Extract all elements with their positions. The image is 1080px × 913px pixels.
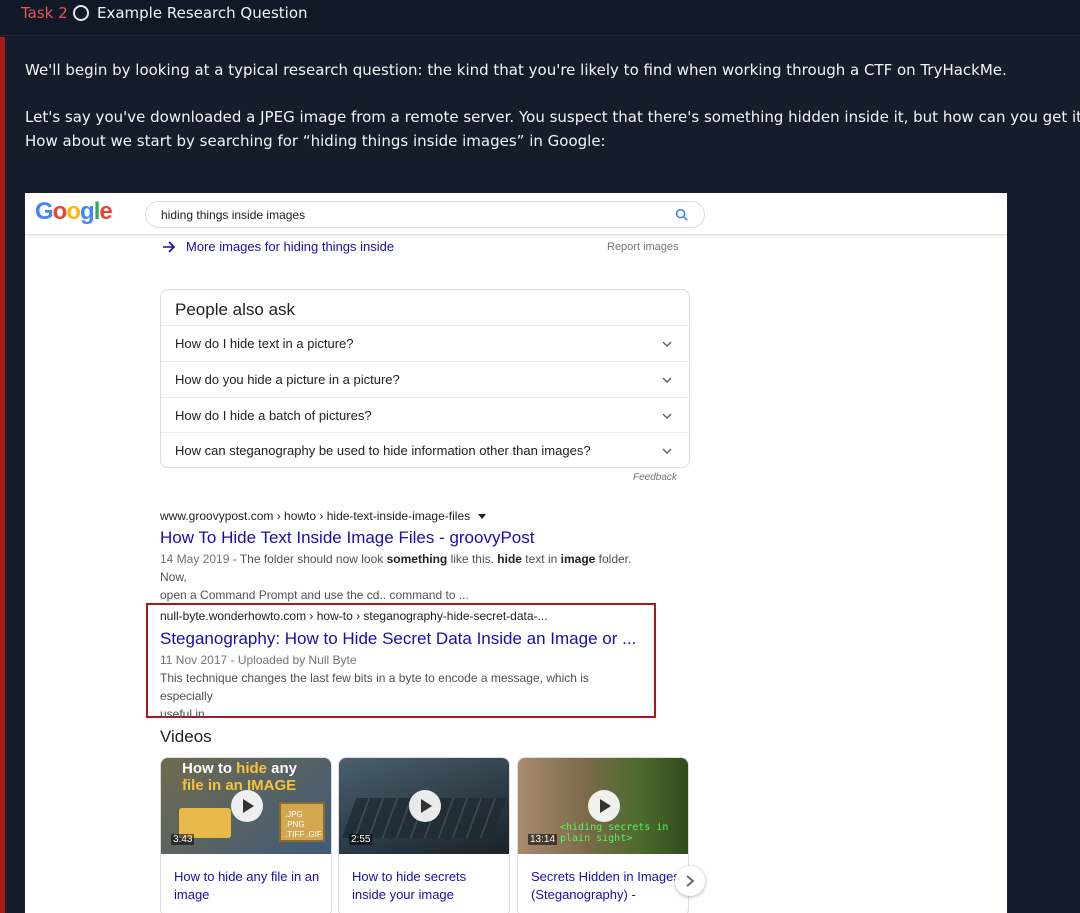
intro-paragraph-1: We'll begin by looking at a typical rese…	[25, 61, 1007, 79]
task-complete-icon[interactable]	[73, 5, 89, 21]
result-snippet: 14 May 2019 - The folder should now look…	[160, 550, 660, 604]
next-videos-button[interactable]	[675, 866, 705, 896]
people-also-ask-box: People also ask How do I hide text in a …	[160, 289, 690, 468]
paa-question-text: How do you hide a picture in a picture?	[175, 372, 400, 387]
paa-question[interactable]: How can steganography be used to hide in…	[161, 432, 689, 468]
video-duration: 2:55	[349, 834, 373, 845]
paa-question-text: How can steganography be used to hide in…	[175, 443, 591, 458]
feedback-link[interactable]: Feedback	[633, 472, 677, 483]
video-duration: 3:43	[171, 834, 195, 845]
chevron-down-icon	[662, 413, 672, 420]
snippet-text: - The folder should now look	[229, 552, 387, 566]
play-icon[interactable]	[588, 790, 620, 822]
result-url-text: www.groovypost.com › howto › hide-text-i…	[160, 509, 471, 523]
task-accent-bar	[0, 37, 5, 913]
more-images-link[interactable]: More images for hiding things inside	[186, 239, 394, 254]
video-title[interactable]: How to hide any file in an image	[174, 868, 324, 904]
result-url[interactable]: null-byte.wonderhowto.com › how-to › ste…	[160, 609, 548, 623]
intro-paragraph-2-line-2: How about we start by searching for “hid…	[25, 132, 606, 150]
paa-question-text: How do I hide text in a picture?	[175, 336, 354, 351]
play-icon[interactable]	[409, 790, 441, 822]
video-thumbnail: <hiding secrets in plain sight> 13:14	[518, 758, 688, 854]
paa-question-text: How do I hide a batch of pictures?	[175, 408, 372, 423]
google-doodle-logo[interactable]: Google	[35, 198, 113, 226]
play-icon[interactable]	[231, 790, 263, 822]
people-also-ask-title: People also ask	[175, 300, 296, 319]
caret-down-icon[interactable]	[478, 514, 487, 520]
video-thumbnail: 2:55	[339, 758, 509, 854]
snippet-text: open a Command Prompt and use the cd.. c…	[160, 588, 469, 602]
video-card[interactable]: 2:55 How to hide secrets inside your ima…	[338, 757, 510, 913]
video-title[interactable]: Secrets Hidden in Images (Steganography)…	[531, 868, 681, 904]
chevron-down-icon	[662, 377, 672, 384]
paa-question[interactable]: How do you hide a picture in a picture?	[161, 361, 689, 397]
video-duration: 13:14	[528, 834, 558, 845]
snippet-bold: something	[386, 552, 448, 566]
google-header: Google hiding things inside images	[25, 193, 1007, 235]
google-screenshot: Google hiding things inside images More …	[25, 193, 1007, 913]
file-types-box: .JPG .PNG .TIFF .GIF	[279, 802, 325, 842]
search-query: hiding things inside images	[161, 208, 306, 222]
chevron-right-icon	[686, 875, 695, 887]
intro-paragraph-2-line-1: Let's say you've downloaded a JPEG image…	[25, 108, 1080, 126]
snippet-text: text in	[521, 552, 561, 566]
snippet-bold: image	[560, 552, 596, 566]
result-date: 14 May 2019	[160, 552, 230, 566]
report-images-link[interactable]: Report images	[607, 241, 679, 253]
arrow-right-icon	[163, 241, 176, 253]
thumbnail-text: How to hide any file in an IMAGE	[182, 760, 298, 794]
result-meta: 11 Nov 2017 - Uploaded by Null Byte	[160, 653, 357, 667]
snippet-text: useful in ...	[160, 707, 219, 721]
search-input[interactable]: hiding things inside images	[145, 201, 705, 228]
video-card[interactable]: How to hide any file in an IMAGE .JPG .PN…	[160, 757, 332, 913]
paa-question[interactable]: How do I hide a batch of pictures?	[161, 397, 689, 433]
video-thumbnail: How to hide any file in an IMAGE .JPG .PN…	[161, 758, 331, 854]
chevron-down-icon	[662, 341, 672, 348]
intro-paragraph-2: Let's say you've downloaded a JPEG image…	[25, 105, 1080, 153]
search-icon[interactable]	[674, 207, 690, 223]
result-url[interactable]: www.groovypost.com › howto › hide-text-i…	[160, 509, 487, 523]
result-snippet: 11 Nov 2017 - Uploaded by Null Byte This…	[160, 651, 640, 723]
snippet-text: like this.	[447, 552, 498, 566]
videos-heading: Videos	[160, 727, 212, 746]
video-title[interactable]: How to hide secrets inside your image	[352, 868, 502, 904]
video-card[interactable]: <hiding secrets in plain sight> 13:14 Se…	[517, 757, 689, 913]
chevron-down-icon	[662, 448, 672, 455]
snippet-bold: hide	[497, 552, 522, 566]
thumbnail-text: <hiding secrets in plain sight>	[560, 822, 669, 844]
task-header[interactable]: Task 2 Example Research Question	[0, 0, 1080, 36]
result-title[interactable]: Steganography: How to Hide Secret Data I…	[160, 629, 636, 649]
task-title: Example Research Question	[97, 4, 308, 22]
snippet-text: This technique changes the last few bits…	[160, 671, 589, 703]
result-title[interactable]: How To Hide Text Inside Image Files - gr…	[160, 528, 534, 548]
task-number: Task 2	[21, 4, 68, 22]
paa-question[interactable]: How do I hide text in a picture?	[161, 325, 689, 361]
